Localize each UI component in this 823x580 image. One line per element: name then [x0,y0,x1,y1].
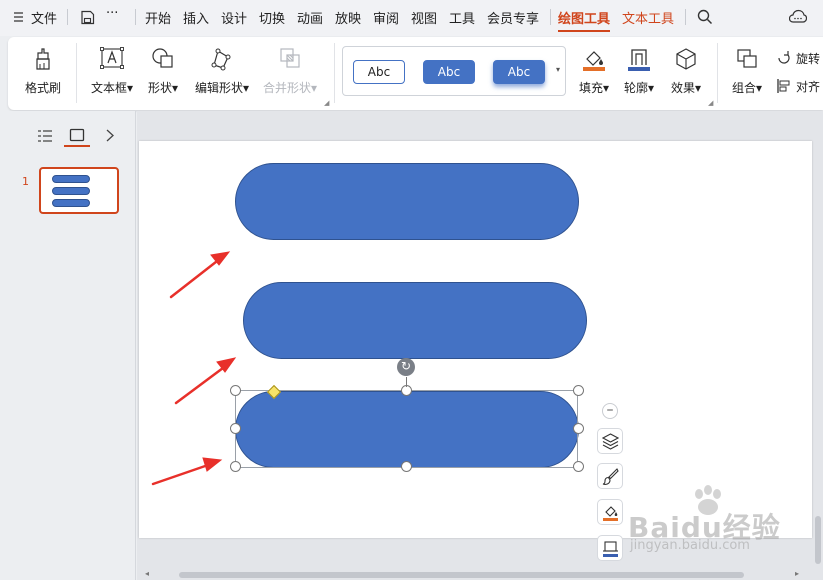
tab-text-tools[interactable]: 文本工具 [622,8,674,27]
tab-drawing-tools[interactable]: 绘图工具 [558,8,610,27]
edit-shape-icon [211,48,231,71]
search-icon[interactable] [697,9,713,25]
horizontal-scrollbar-thumb[interactable] [179,572,744,578]
menu-divider [135,9,136,25]
shape-style-gallery: Abc Abc Abc [342,46,566,96]
merge-shape-icon [280,48,300,68]
align-label: 对齐 [796,80,821,94]
watermark-url: jingyan.baidu.com [630,538,750,553]
effect-icon [676,48,696,70]
slide-canvas[interactable]: ↻ [139,141,812,538]
tab-home[interactable]: 开始 [145,8,171,27]
tab-review[interactable]: 审阅 [373,8,399,27]
group-icon [737,49,757,68]
shape-icon [152,48,173,68]
menu-divider [67,9,68,25]
vertical-scrollbar-thumb[interactable] [815,516,821,564]
group-label: 组合▾ [731,81,763,95]
tab-insert[interactable]: 插入 [183,8,209,27]
fill-quick-button[interactable] [597,499,623,525]
slide-view-icon[interactable] [69,128,85,142]
layers-icon [602,433,619,450]
textbox-icon [100,47,124,69]
edit-shape-button[interactable]: 编辑形状▾ [188,37,256,110]
layer-order-button[interactable] [597,428,623,454]
format-painter-label: 格式刷 [24,81,61,95]
red-arrow-icon [169,251,231,299]
merge-shape-label: 合并形状▾ [262,81,318,95]
thumbnail-shape [52,175,90,183]
fill-icon [583,51,605,71]
ribbon-toolbar: 格式刷 文本框▾ 形状▾ 编辑形状▾ 合并形状▾ ◢ Abc Abc Abc ▾… [8,37,823,110]
red-arrow-icon [151,457,223,486]
tab-design[interactable]: 设计 [221,8,247,27]
red-arrow-icon [174,357,237,405]
menu-divider [550,9,551,25]
rotate-icon [778,51,790,64]
active-tab-indicator [558,30,610,32]
dialog-launcher-icon[interactable]: ◢ [324,99,329,107]
thumbnail-shape [52,199,90,207]
scroll-right-icon[interactable]: ▸ [795,569,799,578]
shape-style-option[interactable]: Abc [353,60,405,84]
ribbon-divider [76,43,77,103]
effect-button[interactable]: 效果▾ [664,37,708,110]
file-menu[interactable]: 文件 [31,8,57,27]
format-painter-button[interactable]: 格式刷 [18,37,68,110]
fill-label: 填充▾ [578,81,610,95]
textbox-label: 文本框▾ [90,81,134,95]
outline-icon [603,541,618,557]
align-icon [777,79,790,93]
ribbon-divider [717,43,718,103]
more-icon[interactable]: ··· [106,6,118,21]
tab-slideshow[interactable]: 放映 [335,8,361,27]
outline-icon [628,49,650,71]
vertical-scrollbar[interactable] [812,111,823,569]
group-button[interactable]: 组合▾ [724,37,770,110]
tab-view[interactable]: 视图 [411,8,437,27]
ribbon-divider [334,43,335,103]
save-icon[interactable] [80,10,95,25]
tab-transitions[interactable]: 切换 [259,8,285,27]
outline-label: 轮廓▾ [623,81,655,95]
rotate-label: 旋转 [796,52,821,66]
merge-shape-button[interactable]: 合并形状▾ [258,37,322,110]
outline-quick-button[interactable] [597,535,623,561]
thumbnail-shape [52,187,90,195]
slide-number: 1 [22,175,29,188]
shape-style-option[interactable]: Abc [423,60,475,84]
effect-label: 效果▾ [670,81,702,95]
active-view-indicator [64,145,90,147]
shape-style-button[interactable] [597,463,623,489]
textbox-button[interactable]: 文本框▾ [84,37,140,110]
dialog-launcher-icon[interactable]: ◢ [708,99,713,107]
outline-button[interactable]: 轮廓▾ [618,37,660,110]
shape-label: 形状▾ [147,81,179,95]
scroll-left-icon[interactable]: ◂ [145,569,149,578]
fill-button[interactable]: 填充▾ [574,37,614,110]
shape-style-option[interactable]: Abc [493,60,545,84]
align-button[interactable]: 对齐 [776,77,823,95]
edit-shape-label: 编辑形状▾ [194,81,250,95]
slide-thumbnail[interactable] [39,167,119,214]
brush-icon [602,468,619,485]
chevron-right-icon[interactable] [105,129,115,142]
format-painter-icon [36,48,50,70]
rotate-button[interactable]: 旋转 [776,49,823,67]
tab-tools[interactable]: 工具 [449,8,475,27]
menu-bar: 文件 ··· 开始 插入 设计 切换 动画 放映 审阅 视图 工具 会员专享 绘… [0,0,823,36]
cloud-chat-icon[interactable] [789,9,807,25]
style-gallery-expand-icon[interactable]: ▾ [556,65,560,74]
collapse-toolbar-icon[interactable]: – [602,403,618,419]
horizontal-scrollbar[interactable]: ◂ ▸ [137,569,823,580]
tab-member[interactable]: 会员专享 [487,8,539,27]
hamburger-icon[interactable] [14,12,23,22]
fill-icon [603,506,618,521]
menu-divider [685,9,686,25]
annotation-arrows [151,251,237,486]
shape-button[interactable]: 形状▾ [142,37,184,110]
outline-view-icon[interactable] [37,129,53,143]
slides-panel: 1 [0,111,136,580]
tab-animations[interactable]: 动画 [297,8,323,27]
